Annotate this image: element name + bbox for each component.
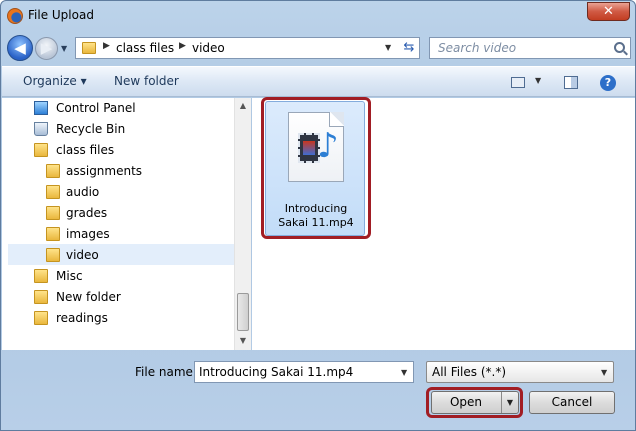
chevron-down-icon: ▼ bbox=[601, 368, 608, 377]
chevron-right-icon[interactable]: ▶ bbox=[103, 41, 110, 51]
nav-item-label: New folder bbox=[56, 290, 121, 304]
nav-item-control-panel[interactable]: Control Panel bbox=[10, 98, 240, 119]
nav-item-recycle-bin[interactable]: Recycle Bin bbox=[10, 119, 240, 140]
chevron-down-icon[interactable]: ▼ bbox=[535, 76, 541, 85]
file-type-value: All Files (*.*) bbox=[432, 365, 507, 379]
recent-locations-dropdown[interactable]: ▼ bbox=[61, 44, 67, 53]
search-input[interactable]: Search video bbox=[429, 37, 631, 59]
nav-item-new-folder[interactable]: New folder bbox=[10, 287, 240, 308]
nav-item-video[interactable]: video bbox=[8, 244, 234, 265]
folder-icon bbox=[34, 269, 48, 283]
close-button[interactable]: ✕ bbox=[587, 2, 630, 21]
cancel-button[interactable]: Cancel bbox=[529, 391, 615, 414]
forward-button[interactable]: ▶ bbox=[35, 37, 58, 60]
nav-item-readings[interactable]: readings bbox=[10, 308, 240, 329]
nav-item-label: class files bbox=[56, 143, 115, 157]
title-bar[interactable]: File Upload ✕ bbox=[1, 1, 635, 31]
nav-item-label: readings bbox=[56, 311, 108, 325]
folder-icon bbox=[34, 311, 48, 325]
chevron-right-icon[interactable]: ▶ bbox=[179, 41, 186, 51]
back-button[interactable]: ◀ bbox=[7, 35, 33, 61]
nav-item-class-files[interactable]: class files bbox=[10, 140, 240, 161]
nav-item-label: grades bbox=[66, 206, 108, 220]
preview-pane-icon[interactable] bbox=[564, 76, 578, 89]
nav-item-label: audio bbox=[66, 185, 100, 199]
nav-item-label: video bbox=[66, 248, 99, 262]
chevron-down-icon[interactable]: ▼ bbox=[385, 43, 391, 52]
nav-item-audio[interactable]: audio bbox=[10, 182, 240, 203]
cancel-button-label: Cancel bbox=[551, 395, 593, 409]
folder-icon bbox=[46, 206, 60, 220]
nav-item-label: assignments bbox=[66, 164, 143, 178]
search-icon bbox=[614, 42, 625, 53]
nav-item-images[interactable]: images bbox=[10, 224, 240, 245]
nav-item-label: Recycle Bin bbox=[56, 122, 126, 136]
folder-icon bbox=[34, 290, 48, 304]
nav-item-assignments[interactable]: assignments bbox=[10, 161, 240, 182]
breadcrumb-class-files[interactable]: class files bbox=[116, 41, 174, 55]
file-name-value: Introducing Sakai 11.mp4 bbox=[199, 365, 354, 379]
file-highlight-annotation bbox=[261, 97, 371, 239]
scroll-down-icon[interactable]: ▼ bbox=[235, 333, 251, 349]
folder-icon bbox=[46, 164, 60, 178]
forward-arrow-icon: ▶ bbox=[40, 39, 53, 57]
file-name-field[interactable]: Introducing Sakai 11.mp4 ▼ bbox=[194, 361, 414, 383]
folder-icon bbox=[34, 143, 48, 157]
nav-item-misc[interactable]: Misc bbox=[10, 266, 240, 287]
new-folder-button[interactable]: New folder bbox=[114, 74, 179, 88]
open-highlight-annotation bbox=[426, 387, 523, 418]
close-icon: ✕ bbox=[603, 4, 614, 19]
address-bar[interactable]: ▶ class files ▶ video ▼ bbox=[75, 37, 420, 59]
file-type-select[interactable]: All Files (*.*) ▼ bbox=[426, 361, 614, 383]
file-upload-dialog: File Upload ✕ ◀ ▶ ▼ ▶ class files ▶ vide… bbox=[0, 0, 636, 431]
command-toolbar: Organize ▾ New folder ▼ ? bbox=[2, 66, 635, 97]
nav-pane-scrollbar[interactable]: ▲ ▼ bbox=[234, 98, 251, 350]
folder-icon bbox=[46, 248, 60, 262]
scroll-up-icon[interactable]: ▲ bbox=[235, 98, 251, 114]
folder-icon bbox=[82, 42, 96, 54]
breadcrumb-video[interactable]: video bbox=[192, 41, 225, 55]
control-panel-icon bbox=[34, 101, 48, 115]
chevron-down-icon[interactable]: ▼ bbox=[401, 368, 407, 377]
window-title: File Upload bbox=[28, 8, 94, 22]
organize-button[interactable]: Organize ▾ bbox=[23, 74, 87, 88]
folder-icon bbox=[46, 227, 60, 241]
scroll-thumb[interactable] bbox=[237, 293, 249, 331]
view-icon[interactable] bbox=[511, 77, 525, 88]
file-name-label: File name: bbox=[135, 365, 197, 379]
nav-item-label: Misc bbox=[56, 269, 83, 283]
recycle-bin-icon bbox=[34, 122, 48, 136]
search-placeholder: Search video bbox=[438, 41, 517, 55]
nav-item-label: images bbox=[66, 227, 110, 241]
folder-icon bbox=[46, 185, 60, 199]
help-icon[interactable]: ? bbox=[600, 75, 616, 91]
file-list-pane: ♪ Introducing Sakai 11.mp4 bbox=[252, 97, 635, 350]
back-arrow-icon: ◀ bbox=[14, 39, 26, 57]
refresh-button[interactable]: ⇆ bbox=[398, 38, 420, 58]
firefox-icon bbox=[7, 8, 23, 24]
nav-item-grades[interactable]: grades bbox=[10, 203, 240, 224]
nav-item-label: Control Panel bbox=[56, 101, 136, 115]
navigation-pane: Control Panel Recycle Bin class files as… bbox=[2, 98, 251, 350]
